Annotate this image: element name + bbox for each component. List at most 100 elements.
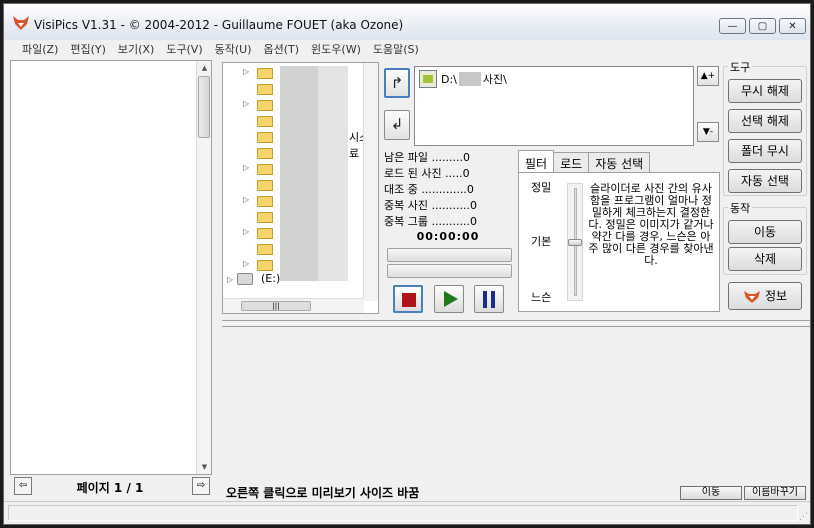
expand-icon[interactable]: ▷	[243, 227, 249, 236]
folder-icon	[257, 180, 273, 191]
precision-slider[interactable]	[567, 183, 583, 301]
tree-row[interactable]	[223, 145, 363, 161]
status-pane	[8, 505, 798, 521]
rename-button[interactable]: 이름바꾸기	[744, 486, 806, 500]
stat-loaded-pictures: 로드 된 사진 .....0	[384, 167, 470, 180]
menu-file[interactable]: 파일(Z)	[16, 40, 64, 58]
next-page-button[interactable]: ⇨	[192, 477, 210, 495]
slider-thumb[interactable]	[568, 239, 582, 246]
tree-row[interactable]: ▷	[223, 193, 363, 209]
auto-select-button[interactable]: 자동 선택	[728, 169, 802, 193]
filter-help-text: 슬라이더로 사진 간의 유사함을 프로그램이 얼마나 정밀하게 체크하는지 결정…	[588, 182, 714, 267]
tree-row[interactable]	[223, 81, 363, 97]
actions-group-title: 동작	[728, 200, 753, 216]
expand-icon[interactable]: ▷	[243, 195, 249, 204]
folder-icon	[257, 100, 273, 111]
tree-row[interactable]	[223, 241, 363, 257]
delete-button[interactable]: 삭제	[728, 247, 802, 271]
drive-label: (E:)	[261, 272, 281, 285]
menu-edit[interactable]: 편집(Y)	[64, 40, 112, 58]
folder-tree[interactable]: ▷ ▷ ▷ ▷ ▷ ▷ 시스 료 ▷ (E:) |||	[222, 62, 379, 314]
tree-row[interactable]: ▷	[223, 225, 363, 241]
splitter[interactable]	[222, 320, 810, 324]
page-indicator: 페이지 1 / 1	[76, 481, 144, 495]
unselect-button[interactable]: 선택 해제	[728, 109, 802, 133]
folder-icon	[257, 148, 273, 159]
fox-logo-icon	[13, 16, 29, 30]
left-scrollbar[interactable]: ▲ ▼	[196, 61, 211, 474]
folder-icon	[257, 68, 273, 79]
pause-icon	[483, 291, 487, 308]
folder-icon	[257, 212, 273, 223]
expand-icon[interactable]: ▷	[227, 275, 233, 284]
pause-button[interactable]	[474, 285, 504, 313]
remove-folder-button[interactable]: ↲	[384, 110, 410, 140]
tab-load[interactable]: 로드	[553, 152, 590, 172]
remove-subfolders-button[interactable]: ▼-	[697, 122, 719, 142]
filter-tab-panel: 정밀 기본 느슨 슬라이더로 사진 간의 유사함을 프로그램이 얼마나 정밀하게…	[518, 172, 720, 312]
tree-row[interactable]	[223, 113, 363, 129]
expand-icon[interactable]: ▷	[243, 163, 249, 172]
menu-help[interactable]: 도움말(S)	[367, 40, 425, 58]
tab-auto-select[interactable]: 자동 선택	[588, 152, 651, 172]
scroll-thumb[interactable]	[198, 76, 210, 138]
fox-logo-icon	[743, 290, 760, 303]
tree-hscrollbar[interactable]: |||	[223, 298, 364, 313]
main-window: VisiPics V1.31 - © 2004-2012 - Guillaume…	[3, 3, 811, 525]
tree-folder-icon	[419, 70, 437, 88]
tree-vscrollbar[interactable]	[363, 63, 378, 301]
resize-grip-icon[interactable]: ⋰	[799, 512, 808, 522]
tab-filter[interactable]: 필터	[518, 150, 555, 172]
maximize-button[interactable]: ▢	[749, 18, 776, 34]
compare-progress-bar	[387, 264, 512, 278]
unignore-button[interactable]: 무시 해제	[728, 79, 802, 103]
folder-icon	[257, 228, 273, 239]
folder-icon	[257, 116, 273, 127]
tree-row[interactable]: ▷	[223, 257, 363, 273]
scan-path-item[interactable]: D:\ 사진\	[419, 69, 507, 89]
close-button[interactable]: ✕	[779, 18, 806, 34]
level-strict-label: 정밀	[531, 181, 552, 194]
scroll-down-icon[interactable]: ▼	[197, 460, 212, 474]
expand-icon[interactable]: ▷	[243, 259, 249, 268]
add-folder-button[interactable]: ↱	[384, 68, 410, 98]
info-button[interactable]: 정보	[728, 282, 802, 310]
level-loose-label: 느슨	[531, 291, 552, 304]
ignore-folder-button[interactable]: 폴더 무시	[728, 139, 802, 163]
prev-page-button[interactable]: ⇦	[14, 477, 32, 495]
scroll-up-icon[interactable]: ▲	[197, 61, 212, 75]
pager: ⇦ 페이지 1 / 1 ⇨	[10, 476, 212, 496]
folder-icon	[257, 196, 273, 207]
play-icon	[444, 291, 458, 307]
settings-tabs: 필터 로드 자동 선택	[518, 150, 651, 172]
expand-icon[interactable]: ▷	[243, 67, 249, 76]
scan-statistics: 남은 파일 .........0 로드 된 사진 .....0 대조 중 ...…	[384, 149, 514, 229]
menu-view[interactable]: 보기(X)	[112, 40, 160, 58]
elapsed-timer: 00:00:00	[416, 230, 480, 243]
duplicate-list-panel[interactable]: ▲ ▼	[10, 60, 212, 475]
folder-icon	[257, 244, 273, 255]
folder-icon	[257, 260, 273, 271]
tree-row[interactable]: ▷	[223, 65, 363, 81]
tree-row[interactable]: ▷	[223, 161, 363, 177]
tree-row[interactable]: ▷	[223, 97, 363, 113]
menu-options[interactable]: 옵션(T)	[258, 40, 306, 58]
menu-window[interactable]: 윈도우(W)	[305, 40, 367, 58]
stop-button[interactable]	[393, 285, 423, 313]
expand-icon[interactable]: ▷	[243, 99, 249, 108]
scan-path-list[interactable]: D:\ 사진\	[414, 66, 694, 146]
stat-comparing: 대조 중 .............0	[384, 183, 474, 196]
tree-hscroll-thumb[interactable]: |||	[241, 301, 311, 311]
tree-row[interactable]	[223, 209, 363, 225]
minimize-button[interactable]: —	[719, 18, 746, 34]
tree-row[interactable]	[223, 177, 363, 193]
move-button[interactable]: 이동	[728, 220, 802, 244]
menu-bar: 파일(Z) 편집(Y) 보기(X) 도구(V) 동작(U) 옵션(T) 윈도우(…	[4, 40, 810, 58]
start-button[interactable]	[434, 285, 464, 313]
tree-row[interactable]	[223, 129, 363, 145]
add-subfolders-button[interactable]: ▲+	[697, 66, 719, 86]
stat-duplicate-groups: 중복 그룹 ...........0	[384, 215, 477, 228]
menu-tools[interactable]: 도구(V)	[160, 40, 208, 58]
menu-action[interactable]: 동작(U)	[209, 40, 258, 58]
bottom-move-button[interactable]: 이동	[680, 486, 742, 500]
